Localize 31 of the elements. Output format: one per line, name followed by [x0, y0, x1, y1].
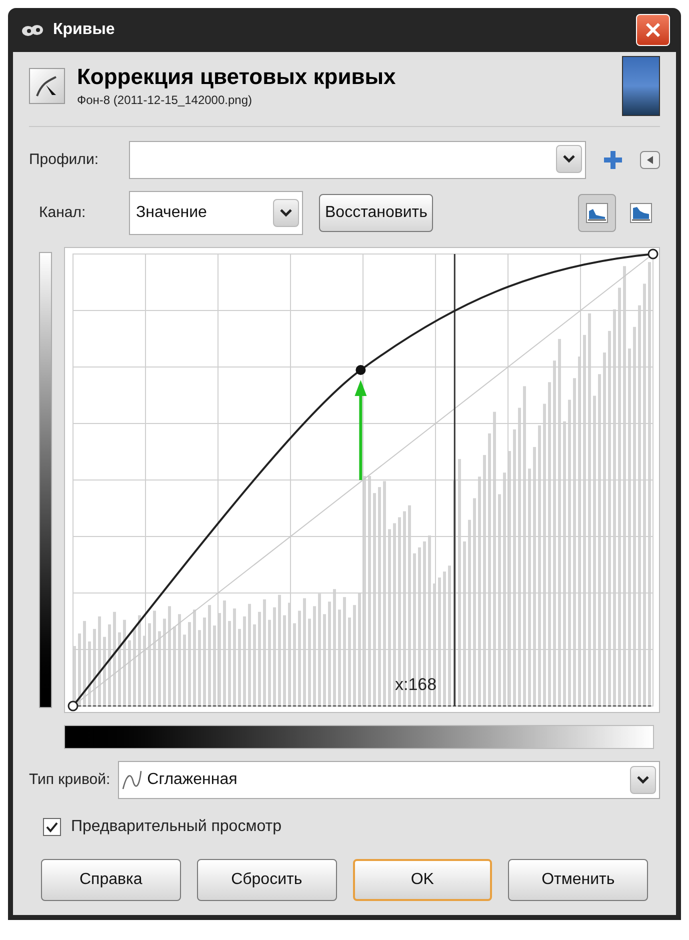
preview-checkbox[interactable]: [43, 818, 61, 836]
smooth-curve-icon: [121, 769, 144, 791]
reset-channel-button[interactable]: Восстановить: [319, 194, 434, 232]
histogram-icon: [586, 203, 608, 223]
app-eyes-icon: [19, 22, 45, 38]
histogram-icon: [630, 203, 652, 223]
curve-type-label: Тип кривой:: [29, 770, 110, 790]
photo-placeholder: [622, 56, 660, 116]
linear-histogram-toggle[interactable]: [578, 194, 616, 232]
dialog-button[interactable]: OK: [352, 859, 492, 901]
window-title: Кривые: [53, 20, 115, 40]
add-icon[interactable]: [602, 149, 624, 171]
close-icon: [645, 22, 661, 38]
cursor-position-label: x:168: [395, 674, 437, 696]
preview-label: Предварительный просмотр: [71, 817, 282, 837]
channel-label: Канал:: [38, 202, 87, 223]
chevron-down-icon: [280, 209, 292, 217]
profiles-label: Профили:: [29, 150, 100, 170]
dialog-button[interactable]: Сбросить: [196, 859, 336, 901]
chevron-down-icon: [563, 155, 575, 163]
checkmark-icon: [46, 821, 58, 833]
curve-type-dropdown[interactable]: Сглаженная: [118, 761, 660, 799]
chevron-down-icon: [637, 776, 649, 784]
curves-tool-icon: [29, 68, 65, 104]
image-file-name: Фон-8 (2011-12-15_142000.png): [77, 92, 253, 109]
dialog-heading: Коррекция цветовых кривых: [77, 63, 397, 91]
close-button[interactable]: [636, 14, 670, 46]
curve-graph[interactable]: x:168: [64, 247, 660, 713]
channel-dropdown[interactable]: Значение: [129, 191, 303, 235]
dialog-button[interactable]: Справка: [41, 859, 181, 901]
dialog-button[interactable]: Отменить: [508, 859, 648, 901]
